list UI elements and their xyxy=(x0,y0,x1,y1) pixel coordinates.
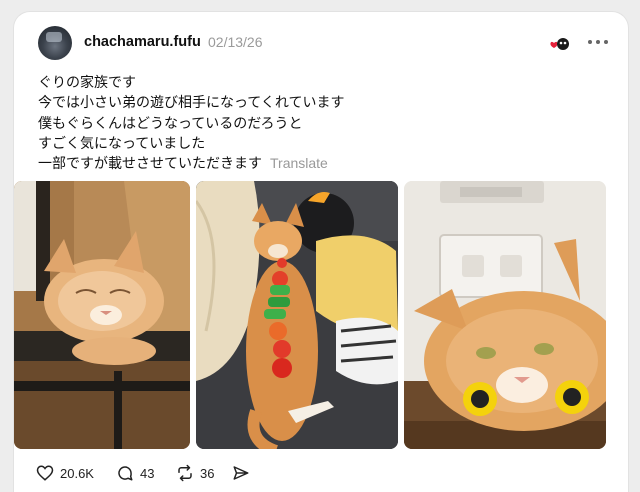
post-card: chachamaru.fufu 02/13/26 ぐりの家族です 今では小さい弟… xyxy=(14,12,628,492)
translate-link[interactable]: Translate xyxy=(270,155,328,171)
more-icon xyxy=(588,40,592,44)
like-count: 20.6K xyxy=(60,466,94,481)
reply-button[interactable]: 43 xyxy=(116,462,176,484)
repost-count: 36 xyxy=(200,466,215,481)
username[interactable]: chachamaru.fufu xyxy=(84,34,201,50)
text-line: すごく気になっていました xyxy=(38,134,206,151)
heart-icon xyxy=(36,465,54,481)
reply-count: 43 xyxy=(140,466,155,481)
post-text: ぐりの家族です 今では小さい弟の遊び相手になってくれています 僕もぐらくんはどう… xyxy=(38,72,598,173)
text-line: 一部ですが載せさせていただきます xyxy=(38,155,262,172)
share-button[interactable] xyxy=(232,462,256,484)
cat-with-toddler-photo[interactable] xyxy=(196,181,398,449)
comment-icon xyxy=(118,466,133,481)
repost-icon xyxy=(178,464,192,482)
avatar[interactable] xyxy=(38,26,72,60)
post-date[interactable]: 02/13/26 xyxy=(208,34,263,50)
profile-badge-icon xyxy=(550,38,569,50)
share-icon xyxy=(233,466,249,480)
text-line: 僕もぐらくんはどうなっているのだろうと xyxy=(38,114,303,131)
more-options-button[interactable] xyxy=(586,34,610,50)
like-button[interactable]: 20.6K xyxy=(36,462,116,484)
text-line-last: 一部ですが載せさせていただきます Translate xyxy=(38,153,598,173)
text-line: 今では小さい弟の遊び相手になってくれています xyxy=(38,94,345,111)
cat-on-stairs-photo[interactable] xyxy=(14,181,190,449)
text-line: ぐりの家族です xyxy=(38,74,136,90)
cat-with-wheels-photo[interactable] xyxy=(404,181,606,449)
repost-button[interactable]: 36 xyxy=(176,462,236,484)
